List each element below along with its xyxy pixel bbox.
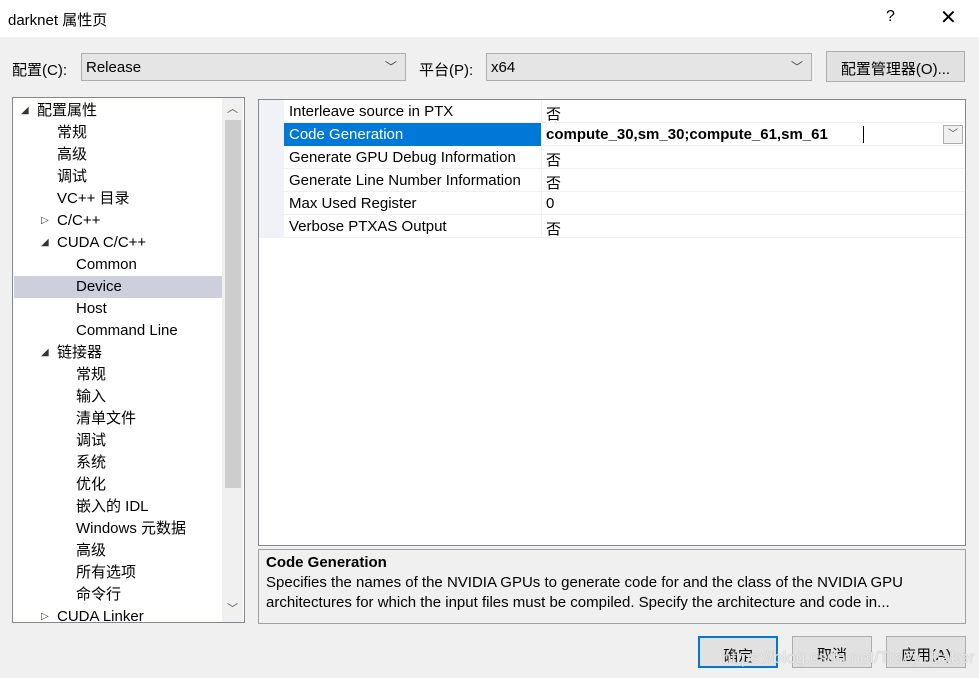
property-row[interactable]: Generate Line Number Information 否 [284, 169, 965, 192]
dropdown-arrow-icon[interactable]: ﹀ [943, 125, 963, 144]
column-divider [541, 100, 542, 123]
tree-item-label: 调试 [76, 432, 107, 449]
property-value[interactable]: compute_30,sm_30;compute_61,sm_61 [546, 126, 828, 143]
property-value[interactable]: 否 [546, 172, 561, 193]
tree-item-label: Windows 元数据 [76, 520, 187, 537]
grid-gutter [259, 100, 284, 238]
property-name: Verbose PTXAS Output [289, 218, 447, 235]
property-value[interactable]: 0 [546, 195, 554, 212]
expanded-arrow-icon[interactable]: ◢ [41, 342, 49, 364]
column-divider [541, 192, 542, 215]
text-cursor [863, 126, 864, 143]
expanded-arrow-icon[interactable]: ◢ [41, 232, 49, 254]
config-label: 配置(C): [12, 62, 67, 79]
property-row[interactable]: Interleave source in PTX 否 [284, 100, 965, 123]
property-name: Generate Line Number Information [289, 172, 521, 189]
close-button[interactable]: ✕ [940, 5, 957, 30]
property-name: Generate GPU Debug Information [289, 149, 516, 166]
tree-item-label: 系统 [76, 454, 107, 471]
tree-item-label: 常规 [57, 124, 88, 141]
platform-select[interactable]: x64 ﹀ [486, 53, 812, 81]
tree-item[interactable]: Device [14, 276, 222, 298]
property-row[interactable]: Generate GPU Debug Information 否 [284, 146, 965, 169]
tree-item-label: 优化 [76, 476, 107, 493]
help-button[interactable]: ? [886, 8, 895, 26]
platform-value: x64 [491, 59, 516, 76]
tree-item-label: C/C++ [57, 212, 101, 229]
property-name: Max Used Register [289, 195, 417, 212]
tree-item-label: 命令行 [76, 586, 122, 603]
property-value[interactable]: 否 [546, 149, 561, 170]
chevron-down-icon: ﹀ [790, 60, 803, 74]
config-manager-button[interactable]: 配置管理器(O)... [826, 51, 965, 82]
scroll-up-icon[interactable]: ︿ [227, 100, 238, 116]
property-row[interactable]: Max Used Register 0 [284, 192, 965, 215]
platform-label: 平台(P): [419, 62, 474, 79]
description-title: Code Generation [266, 554, 387, 571]
property-row[interactable]: Verbose PTXAS Output 否 [284, 215, 965, 238]
property-row[interactable]: Code Generation compute_30,sm_30;compute_… [284, 123, 965, 146]
property-name: Code Generation [289, 126, 404, 143]
tree-item-label: Device [76, 278, 122, 295]
property-value[interactable]: 否 [546, 103, 561, 124]
column-divider [541, 169, 542, 192]
title-bar: darknet 属性页 ? ✕ [0, 0, 979, 37]
column-divider [541, 215, 542, 238]
tree-item-label: CUDA Linker [57, 608, 144, 623]
property-name: Interleave source in PTX [289, 103, 454, 120]
tree-item-label: Common [76, 256, 137, 273]
expanded-arrow-icon[interactable]: ◢ [21, 100, 29, 122]
tree-item-label: 输入 [76, 388, 107, 405]
collapsed-arrow-icon[interactable]: ▷ [41, 606, 49, 622]
tree-item-label: 嵌入的 IDL [76, 498, 149, 515]
config-select[interactable]: Release ﹀ [81, 53, 406, 81]
tree-item-label: VC++ 目录 [57, 190, 130, 207]
chevron-down-icon: ﹀ [384, 60, 397, 74]
config-value: Release [86, 59, 142, 76]
tree-item-label: 高级 [57, 146, 88, 163]
description-panel: Code Generation Specifies the names of t… [258, 549, 966, 624]
window-title: darknet 属性页 [8, 12, 108, 29]
tree-item-label: 配置属性 [37, 102, 98, 119]
tree-item-label: CUDA C/C++ [57, 234, 147, 251]
description-text: Specifies the names of the NVIDIA GPUs t… [266, 574, 903, 611]
tree-item-label: 调试 [57, 168, 88, 185]
watermark: https://blog.csdn.net/Tracy_Baker [722, 648, 975, 667]
tree-item-label: 清单文件 [76, 410, 137, 427]
tree-item-label: 所有选项 [76, 564, 137, 581]
property-tree[interactable]: ◢ 配置属性 常规 高级 调试 VC++ 目录 ▷ C/C++ ◢ CUDA C/C++ Commo… [12, 97, 245, 623]
scroll-down-icon[interactable]: ﹀ [227, 600, 238, 616]
tree-item-label: 常规 [76, 366, 107, 383]
tree-item-label: 高级 [76, 542, 107, 559]
property-value[interactable]: 否 [546, 218, 561, 239]
tree-item-label: Host [76, 300, 107, 317]
tree-item-label: Command Line [76, 322, 178, 339]
property-grid[interactable]: Interleave source in PTX 否 Code Generation… [258, 99, 966, 546]
column-divider [541, 123, 542, 146]
collapsed-arrow-icon[interactable]: ▷ [41, 210, 49, 232]
column-divider [541, 146, 542, 169]
tree-item-label: 链接器 [57, 344, 103, 361]
scrollbar-thumb[interactable] [225, 120, 241, 488]
